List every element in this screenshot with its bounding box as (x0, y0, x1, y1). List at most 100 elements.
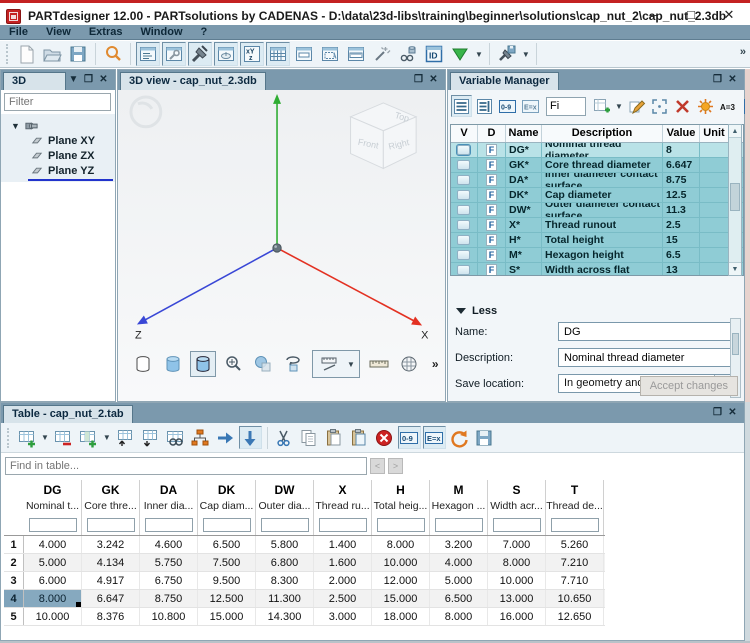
history-filter-input[interactable] (4, 93, 111, 111)
visibility-checkbox[interactable] (457, 175, 470, 185)
formula-mode-icon[interactable]: E=x (520, 95, 541, 117)
cut-icon[interactable] (273, 426, 296, 449)
table-tab[interactable]: Table - cap_nut_2.tab (3, 405, 133, 423)
table-column-header[interactable]: S Width acr... (488, 480, 546, 535)
table-column-header[interactable]: X Thread ru... (314, 480, 372, 535)
search-icon[interactable] (101, 42, 125, 66)
table-column-header[interactable]: DK Cap diam... (198, 480, 256, 535)
digits-mode-icon[interactable]: 0-9 (398, 426, 421, 449)
column-filter-input[interactable] (551, 518, 599, 532)
tree-item-plane-zx[interactable]: Plane ZX (29, 148, 94, 163)
table-column-header[interactable]: DW Outer dia... (256, 480, 314, 535)
menu-item[interactable]: File (0, 25, 37, 40)
visibility-checkbox[interactable] (457, 235, 470, 245)
panel-close-icon[interactable]: ✕ (725, 406, 740, 420)
toolbar-grip[interactable] (7, 428, 10, 448)
column-filter-input[interactable] (319, 518, 367, 532)
table-column-header[interactable]: M Hexagon ... (430, 480, 488, 535)
measure-tool-icon[interactable] (317, 351, 343, 377)
panel-close-icon[interactable]: ✕ (96, 73, 111, 87)
save-icon[interactable] (66, 42, 90, 66)
panel-close-icon[interactable]: ✕ (725, 73, 740, 87)
variable-manager-tab[interactable]: Variable Manager (450, 72, 559, 90)
tree-root-part[interactable]: ▼ (11, 118, 43, 133)
id-icon[interactable]: ID (422, 42, 446, 66)
move-row-up-icon[interactable] (114, 426, 137, 449)
visibility-checkbox[interactable] (457, 220, 470, 230)
measure-dropdown-icon[interactable]: ▼ (347, 360, 355, 369)
column-filter-input[interactable] (203, 518, 251, 532)
hierarchy-icon[interactable] (189, 426, 212, 449)
move-row-down-icon[interactable] (139, 426, 162, 449)
recalculate-icon[interactable] (695, 95, 716, 117)
variable-row[interactable]: F DA* Inner diameter contact surface 8.7… (451, 173, 743, 188)
list-view-icon[interactable] (451, 95, 472, 117)
table-row[interactable]: 3 6.000 4.917 6.750 9.500 8.300 2.000 12… (4, 572, 605, 590)
export-part-icon[interactable] (495, 42, 519, 66)
ruler-icon[interactable] (366, 351, 392, 377)
visibility-checkbox[interactable] (457, 250, 470, 260)
view-toolbar-overflow-icon[interactable]: » (432, 357, 439, 371)
3d-view-tab[interactable]: 3D view - cap_nut_2.3db (120, 72, 266, 90)
delete-variable-icon[interactable] (672, 95, 693, 117)
panel-maximize-icon[interactable]: ❒ (81, 73, 96, 87)
add-variable-icon[interactable] (591, 95, 612, 117)
detail-view-icon[interactable] (474, 95, 495, 117)
dimension-panel-icon[interactable] (318, 42, 342, 66)
column-filter-input[interactable] (493, 518, 541, 532)
table-row[interactable]: 1 4.000 3.242 4.600 6.500 5.800 1.400 8.… (4, 536, 605, 554)
tools-panel-toggle-icon[interactable] (162, 42, 186, 66)
add-row-icon[interactable] (15, 426, 38, 449)
sketcher-toggle-icon[interactable] (214, 42, 238, 66)
variables-toggle-icon[interactable]: xYz (240, 42, 264, 66)
row-number[interactable]: 4 (4, 590, 24, 607)
wireframe-mode-icon[interactable] (130, 351, 156, 377)
scrollbar-thumb[interactable] (732, 333, 739, 355)
close-button[interactable]: ✕ (720, 7, 738, 23)
history-tab[interactable]: 3D History (3, 72, 66, 90)
menu-item[interactable]: Window (131, 25, 191, 40)
column-filter-input[interactable] (145, 518, 193, 532)
panel-maximize-icon[interactable]: ❒ (710, 73, 725, 87)
maximize-button[interactable]: □ (682, 7, 700, 23)
table-column-header[interactable]: DG Nominal t... (24, 480, 82, 535)
variable-row[interactable]: F H* Total height 15 (451, 233, 743, 248)
table-column-header[interactable]: GK Core thre... (82, 480, 140, 535)
less-expander[interactable]: Less (456, 305, 497, 317)
menu-item[interactable]: Extras (80, 25, 132, 40)
tessellation-icon[interactable] (396, 351, 422, 377)
scrollbar-thumb[interactable] (730, 183, 740, 211)
measure-panel-icon[interactable] (344, 42, 368, 66)
panel-maximize-icon[interactable]: ❒ (710, 406, 725, 420)
tree-item-plane-yz[interactable]: Plane YZ (29, 163, 94, 178)
scroll-up-icon[interactable]: ▲ (729, 125, 741, 138)
find-in-table-input[interactable] (5, 457, 367, 475)
edit-variable-icon[interactable] (626, 95, 647, 117)
menu-item[interactable]: View (37, 25, 80, 40)
visibility-checkbox[interactable] (457, 190, 470, 200)
row-number[interactable]: 1 (4, 536, 24, 553)
add-column-dropdown-icon[interactable]: ▼ (103, 433, 111, 442)
paste-special-icon[interactable] (348, 426, 371, 449)
assignment-icon[interactable]: A=3 (718, 95, 739, 117)
variable-row[interactable]: F DK* Cap diameter 12.5 (451, 188, 743, 203)
select-frame-icon[interactable] (649, 95, 670, 117)
visibility-checkbox[interactable] (457, 265, 470, 275)
panel-close-icon[interactable]: ✕ (426, 73, 441, 87)
variable-row[interactable]: F M* Hexagon height 6.5 (451, 248, 743, 263)
zoom-fit-icon[interactable] (220, 351, 246, 377)
open-file-icon[interactable] (40, 42, 64, 66)
add-row-dropdown-icon[interactable]: ▼ (41, 433, 49, 442)
variable-row[interactable]: F S* Width across flat 13 (451, 263, 743, 276)
rotate-view-icon[interactable] (280, 351, 306, 377)
variable-table-scrollbar[interactable]: ▲ ▼ (728, 124, 742, 276)
history-panel-toggle-icon[interactable] (136, 42, 160, 66)
column-filter-input[interactable] (377, 518, 425, 532)
value-mode-icon[interactable]: 0-9 (497, 95, 518, 117)
column-filter-input[interactable] (87, 518, 135, 532)
row-number[interactable]: 3 (4, 572, 24, 589)
variable-quick-filter-input[interactable] (546, 97, 586, 116)
toolbar-grip[interactable] (6, 44, 9, 64)
variable-description-input[interactable] (558, 348, 731, 367)
column-filter-input[interactable] (261, 518, 309, 532)
